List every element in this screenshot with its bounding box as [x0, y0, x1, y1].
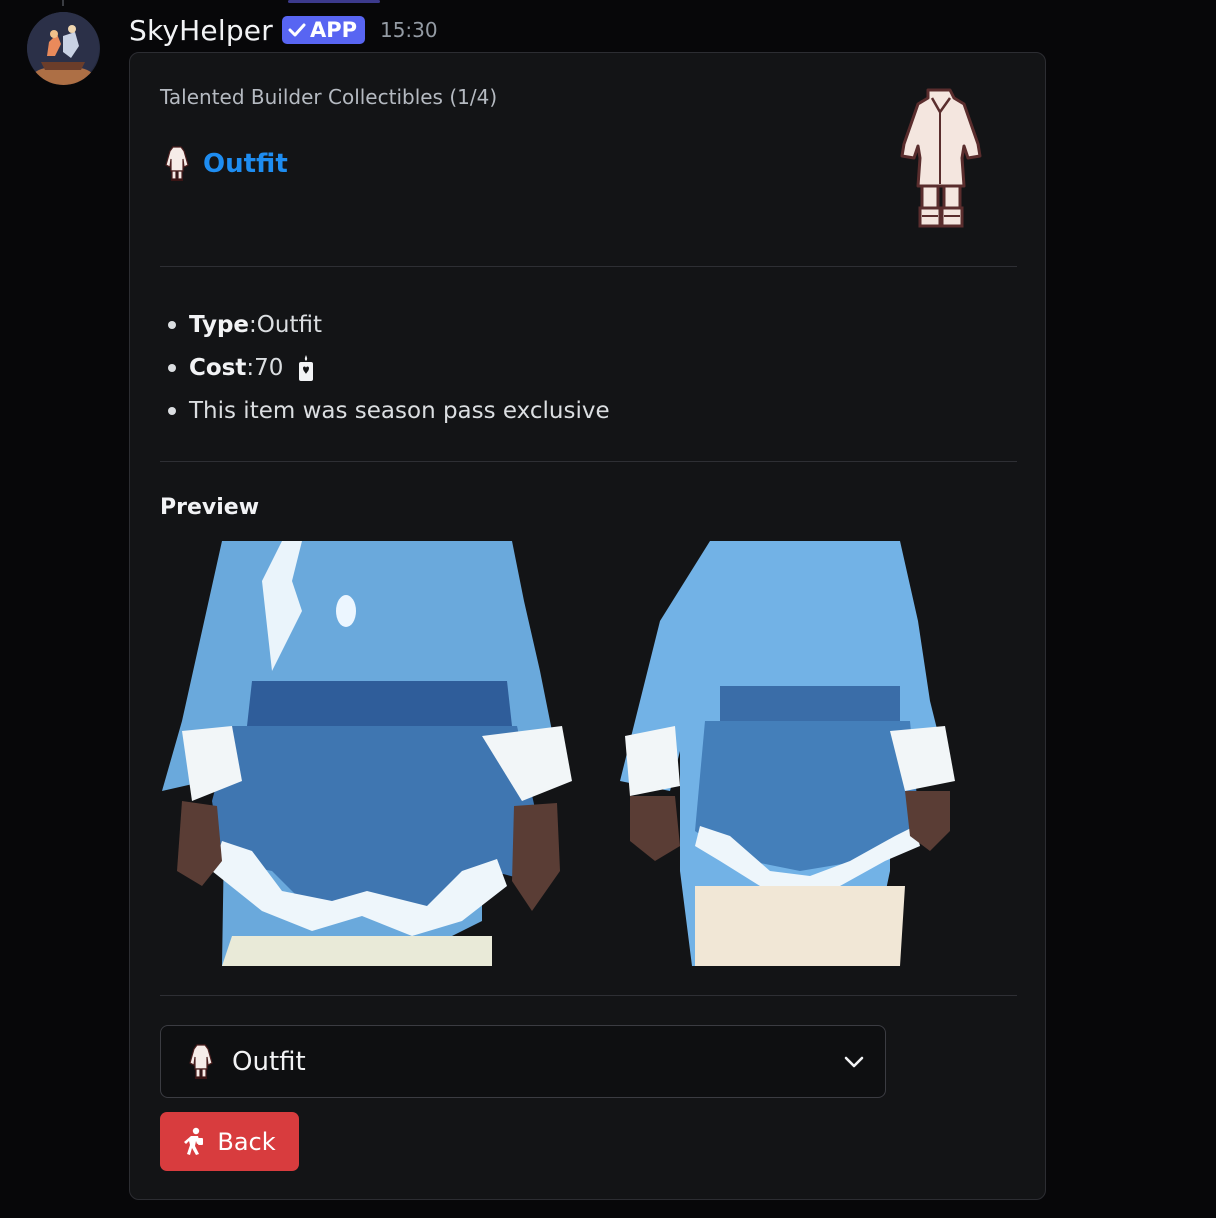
outfit-icon	[165, 146, 189, 181]
list-item: Cost: 70	[166, 346, 610, 389]
username[interactable]: SkyHelper	[129, 14, 273, 47]
field-label: Cost	[189, 354, 247, 381]
app-badge-label: APP	[309, 18, 357, 42]
preview-image-front[interactable]	[162, 541, 584, 966]
field-text: This item was season pass exclusive	[189, 397, 610, 424]
app-badge: APP	[281, 16, 365, 44]
embed-card: Talented Builder Collectibles (1/4) Outf…	[129, 52, 1046, 1200]
field-label: Type	[189, 311, 250, 338]
previous-message-accent	[288, 0, 380, 3]
outfit-thumbnail[interactable]	[894, 86, 988, 238]
embed-title-link[interactable]: Outfit	[203, 149, 288, 179]
checkmark-icon	[288, 23, 306, 37]
divider	[160, 995, 1017, 996]
timestamp[interactable]: 15:30	[380, 18, 438, 42]
preview-heading: Preview	[160, 495, 260, 520]
candle-icon	[299, 354, 314, 381]
embed-title: Outfit	[164, 145, 288, 183]
divider	[160, 461, 1017, 462]
divider	[160, 266, 1017, 267]
item-select-dropdown[interactable]: Outfit	[160, 1025, 886, 1098]
field-list: Type: Outfit Cost: 70 This item was seas…	[166, 303, 610, 432]
chevron-down-icon[interactable]	[843, 1052, 865, 1072]
field-separator: :	[246, 354, 255, 381]
walking-figure-icon	[184, 1127, 204, 1155]
back-button[interactable]: Back	[160, 1112, 299, 1171]
message-header: SkyHelper APP 15:30	[129, 10, 438, 50]
back-button-label: Back	[217, 1127, 276, 1156]
field-separator: :	[249, 311, 257, 338]
select-selected-value: Outfit	[232, 1046, 306, 1077]
outfit-icon	[189, 1043, 213, 1079]
list-item: Type: Outfit	[166, 303, 610, 346]
list-item: This item was season pass exclusive	[166, 389, 610, 432]
avatar[interactable]	[27, 12, 100, 85]
field-value: 70	[254, 354, 284, 381]
embed-author: Talented Builder Collectibles (1/4)	[160, 85, 498, 109]
field-value: Outfit	[256, 311, 322, 338]
thread-line	[62, 0, 64, 6]
preview-image-back[interactable]	[600, 541, 1020, 966]
